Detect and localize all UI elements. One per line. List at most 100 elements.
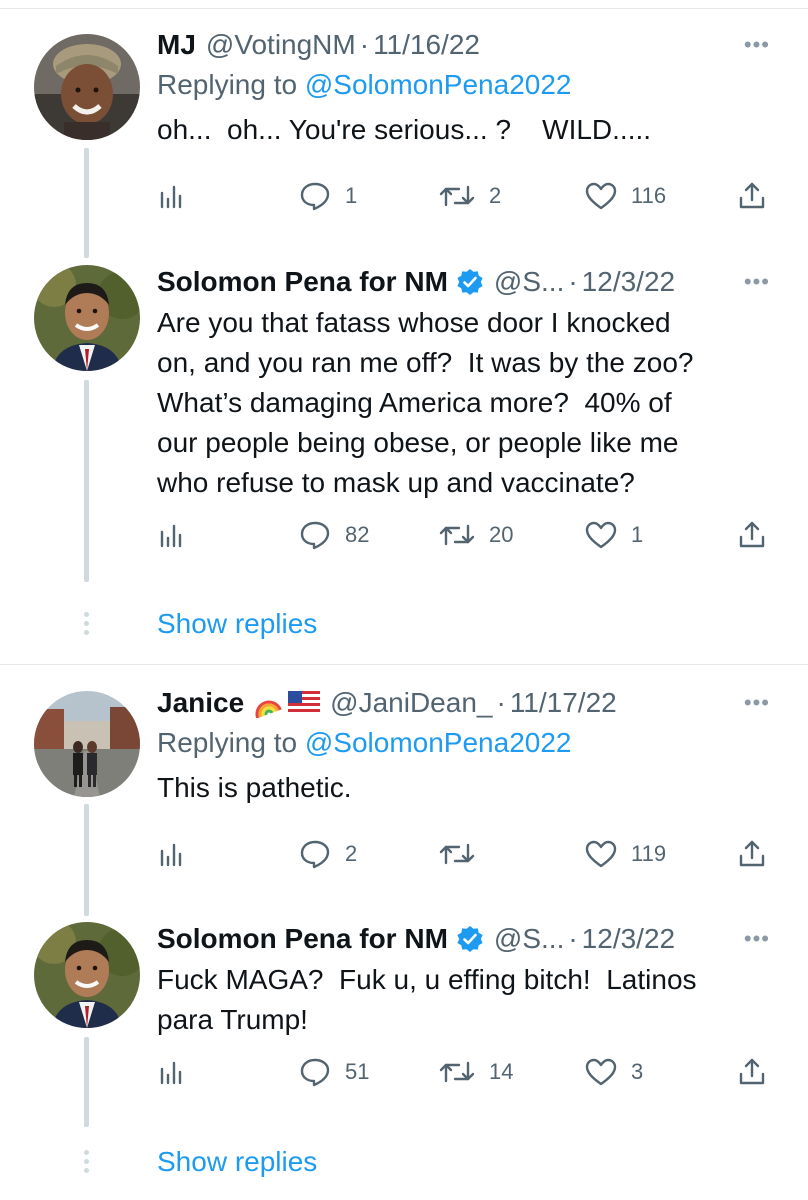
like-button[interactable]: 119 bbox=[585, 834, 666, 874]
like-button[interactable]: 116 bbox=[585, 176, 666, 216]
retweet-count: 2 bbox=[489, 183, 502, 208]
tweet-actions: 1 2 116 bbox=[157, 176, 777, 216]
reply-icon bbox=[300, 1058, 330, 1087]
retweet-icon bbox=[439, 1061, 475, 1083]
tweet-date[interactable]: 12/3/22 bbox=[582, 266, 675, 298]
user-handle[interactable]: @S... bbox=[494, 266, 564, 298]
avatar-solomon[interactable] bbox=[34, 265, 140, 371]
replying-to-prefix: Replying to bbox=[157, 69, 305, 100]
us-flag-emoji bbox=[288, 691, 321, 715]
user-handle[interactable]: @JaniDean_ bbox=[330, 687, 492, 719]
more-options-icon[interactable]: ••• bbox=[744, 690, 770, 716]
separator-dot: · bbox=[568, 923, 578, 954]
rainbow-emoji bbox=[255, 700, 282, 718]
show-replies-link[interactable]: Show replies bbox=[157, 1146, 317, 1178]
like-icon bbox=[585, 182, 617, 210]
show-replies-link[interactable]: Show replies bbox=[157, 608, 317, 640]
tweet-mj[interactable]: MJ @VotingNM · 11/16/22 ••• Replying to … bbox=[0, 28, 808, 258]
avatar-janice[interactable] bbox=[34, 691, 140, 797]
name-emojis bbox=[254, 688, 321, 718]
tweet-text: Fuck MAGA? Fuk u, u effing bitch! Latino… bbox=[157, 964, 697, 1035]
reply-button[interactable]: 51 bbox=[299, 1052, 369, 1092]
like-button[interactable]: 1 bbox=[585, 515, 643, 555]
retweet-button[interactable]: 2 bbox=[439, 176, 501, 216]
share-button[interactable] bbox=[737, 515, 767, 555]
avatar-mj[interactable] bbox=[34, 34, 140, 140]
tweet-solomon-1[interactable]: Solomon Pena for NM @S... · 12/3/22 ••• … bbox=[0, 265, 808, 595]
like-count: 1 bbox=[631, 522, 644, 547]
avatar-solomon[interactable] bbox=[34, 922, 140, 1028]
like-icon bbox=[585, 521, 617, 549]
tweet-header: MJ @VotingNM · 11/16/22 bbox=[157, 28, 770, 62]
share-button[interactable] bbox=[737, 1052, 767, 1092]
views-button[interactable] bbox=[157, 1052, 187, 1092]
share-icon bbox=[739, 840, 765, 867]
reply-count: 1 bbox=[345, 183, 358, 208]
reply-button[interactable]: 1 bbox=[299, 176, 357, 216]
tweet-actions: 51 14 3 bbox=[157, 1052, 777, 1092]
retweet-button[interactable]: 14 bbox=[439, 1052, 513, 1092]
replying-to: Replying to @SolomonPena2022 bbox=[157, 726, 770, 760]
verified-badge-icon bbox=[456, 925, 484, 953]
replying-to-link[interactable]: @SolomonPena2022 bbox=[305, 727, 572, 758]
display-name[interactable]: Solomon Pena for NM bbox=[157, 923, 448, 955]
thread-line bbox=[84, 148, 89, 258]
retweet-icon bbox=[439, 843, 475, 865]
display-name[interactable]: MJ bbox=[157, 29, 196, 61]
thread-dots bbox=[82, 612, 90, 639]
top-divider bbox=[0, 8, 808, 9]
replying-to: Replying to @SolomonPena2022 bbox=[157, 68, 770, 102]
tweet-date[interactable]: 12/3/22 bbox=[582, 923, 675, 955]
reply-button[interactable]: 2 bbox=[299, 834, 357, 874]
views-button[interactable] bbox=[157, 176, 187, 216]
reply-count: 82 bbox=[345, 522, 370, 547]
retweet-icon bbox=[439, 185, 475, 207]
thread-divider bbox=[0, 664, 808, 665]
views-button[interactable] bbox=[157, 515, 187, 555]
tweet-actions: 82 20 1 bbox=[157, 515, 777, 555]
verified-badge-icon bbox=[456, 268, 484, 296]
retweet-button[interactable] bbox=[439, 834, 489, 874]
user-handle[interactable]: @S... bbox=[494, 923, 564, 955]
tweet-date[interactable]: 11/17/22 bbox=[510, 687, 617, 719]
more-options-icon[interactable]: ••• bbox=[744, 269, 770, 295]
tweet-text: oh... oh... You're serious... ? WILD....… bbox=[157, 114, 652, 145]
share-icon bbox=[739, 1058, 765, 1085]
retweet-button[interactable]: 20 bbox=[439, 515, 513, 555]
share-button[interactable] bbox=[737, 834, 767, 874]
reply-icon bbox=[300, 521, 330, 550]
tweet-date[interactable]: 11/16/22 bbox=[373, 29, 480, 61]
views-icon bbox=[160, 185, 182, 209]
share-button[interactable] bbox=[737, 176, 767, 216]
tweet-janice[interactable]: Janice @JaniDean_ · 11/17/22 ••• Replyin… bbox=[0, 686, 808, 916]
replying-to-link[interactable]: @SolomonPena2022 bbox=[305, 69, 572, 100]
reply-icon bbox=[300, 182, 330, 211]
like-count: 116 bbox=[631, 183, 667, 208]
more-options-icon[interactable]: ••• bbox=[744, 926, 770, 952]
reply-count: 51 bbox=[345, 1059, 370, 1084]
like-icon bbox=[585, 840, 617, 868]
display-name[interactable]: Solomon Pena for NM bbox=[157, 266, 448, 298]
like-button[interactable]: 3 bbox=[585, 1052, 643, 1092]
views-icon bbox=[160, 1061, 182, 1085]
like-icon bbox=[585, 1058, 617, 1086]
reply-button[interactable]: 82 bbox=[299, 515, 369, 555]
like-count: 119 bbox=[631, 841, 667, 866]
views-icon bbox=[160, 524, 182, 548]
user-handle[interactable]: @VotingNM bbox=[206, 29, 356, 61]
display-name[interactable]: Janice bbox=[157, 687, 244, 719]
retweet-count: 14 bbox=[489, 1059, 514, 1084]
like-count: 3 bbox=[631, 1059, 644, 1084]
tweet-header: Solomon Pena for NM @S... · 12/3/22 bbox=[157, 922, 770, 956]
reply-count: 2 bbox=[345, 841, 358, 866]
thread-line bbox=[84, 1037, 89, 1127]
views-button[interactable] bbox=[157, 834, 187, 874]
reply-icon bbox=[300, 840, 330, 869]
retweet-count: 20 bbox=[489, 522, 514, 547]
more-options-icon[interactable]: ••• bbox=[744, 32, 770, 58]
tweet-solomon-2[interactable]: Solomon Pena for NM @S... · 12/3/22 ••• … bbox=[0, 922, 808, 1132]
tweet-text: This is pathetic. bbox=[157, 772, 352, 803]
retweet-icon bbox=[439, 524, 475, 546]
thread-dots bbox=[82, 1150, 90, 1177]
views-icon bbox=[160, 843, 182, 867]
